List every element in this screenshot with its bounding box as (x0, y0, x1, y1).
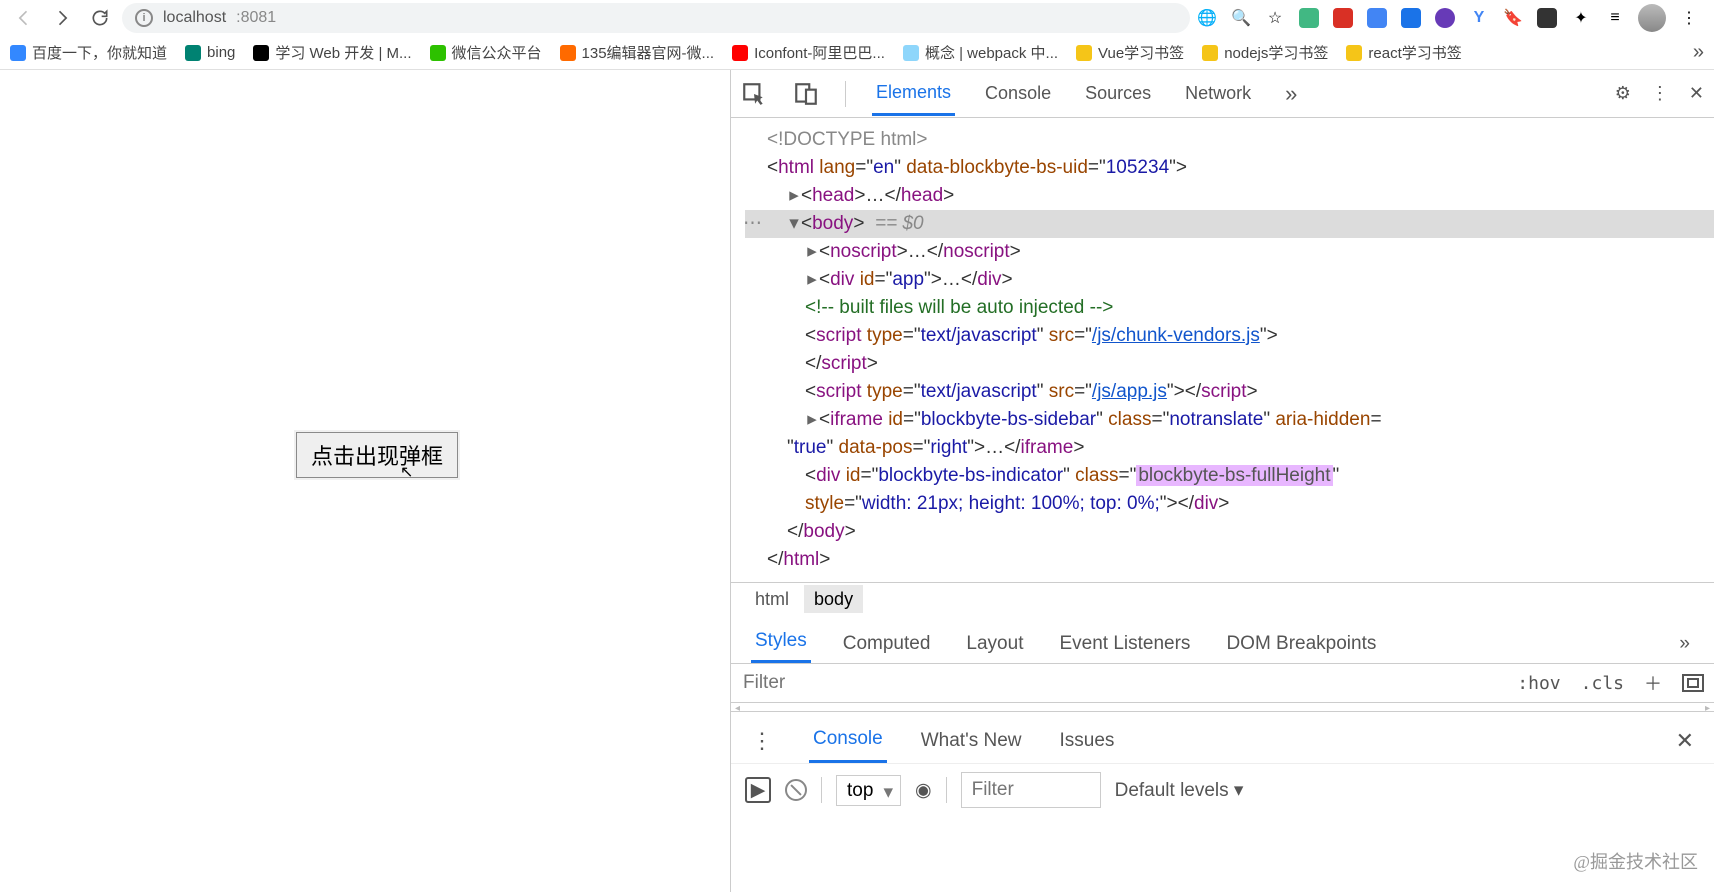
tabs-overflow-icon[interactable]: » (1281, 71, 1301, 117)
tab-styles[interactable]: Styles (751, 622, 811, 663)
bookmark-item[interactable]: 学习 Web 开发 | M... (253, 42, 411, 63)
zoom-icon[interactable]: 🔍 (1230, 7, 1252, 29)
reading-list-icon[interactable]: 🔖 (1502, 7, 1524, 29)
ext-v-icon[interactable]: Y (1468, 7, 1490, 29)
h-scroll-indicator: ◂▸ (731, 703, 1714, 711)
dom-iframe-cont: "true" data-pos="right">…</iframe> (745, 434, 1714, 462)
dom-body-close: </body> (745, 518, 1714, 546)
devtools-tabs: Elements Console Sources Network » ⚙ ⋮ ✕ (731, 70, 1714, 118)
drawer-tabs: ⋮ Console What's New Issues ✕ (731, 711, 1714, 763)
drawer-tab-console[interactable]: Console (809, 718, 887, 763)
cls-toggle[interactable]: .cls (1571, 667, 1634, 700)
styles-tabs-overflow-icon[interactable]: » (1675, 625, 1694, 663)
ext-red-icon[interactable] (1332, 7, 1354, 29)
tab-sources[interactable]: Sources (1081, 73, 1155, 114)
dom-script1[interactable]: <script type="text/javascript" src="/js/… (745, 322, 1714, 350)
ext-circle-icon[interactable] (1434, 7, 1456, 29)
extensions-icon[interactable]: ✦ (1570, 7, 1592, 29)
bookmark-item[interactable]: Iconfont-阿里巴巴... (732, 42, 885, 63)
ext-translate-icon[interactable] (1366, 7, 1388, 29)
clear-console-icon[interactable] (785, 779, 807, 801)
drawer-close-icon[interactable]: ✕ (1676, 728, 1694, 754)
dom-indicator[interactable]: <div id="blockbyte-bs-indicator" class="… (745, 462, 1714, 490)
bookmark-item[interactable]: 概念 | webpack 中... (903, 42, 1058, 63)
open-modal-button[interactable]: 点击出现弹框 (296, 432, 458, 478)
dom-script1-close: </script> (745, 350, 1714, 378)
styles-toolbar: :hov .cls ＋ (731, 664, 1714, 703)
chrome-menu-icon[interactable]: ⋮ (1678, 7, 1700, 29)
nav-forward-button[interactable] (46, 2, 78, 34)
devtools-close-icon[interactable]: ✕ (1689, 83, 1704, 104)
nav-back-button[interactable] (8, 2, 40, 34)
live-expression-icon[interactable]: ◉ (915, 779, 932, 802)
tab-console[interactable]: Console (981, 73, 1055, 114)
dom-body-selected[interactable]: ⋯▾<body> == $0 (745, 210, 1714, 238)
bookmark-item[interactable]: Vue学习书签 (1076, 42, 1184, 63)
tab-event-listeners[interactable]: Event Listeners (1055, 625, 1194, 663)
bookmark-item[interactable]: react学习书签 (1346, 42, 1461, 63)
styles-filter-input[interactable] (731, 664, 1507, 702)
dom-doctype: <!DOCTYPE html> (745, 126, 1714, 154)
crumb-body[interactable]: body (804, 585, 863, 613)
ext-vue-icon[interactable] (1298, 7, 1320, 29)
dom-breadcrumb[interactable]: html body (731, 582, 1714, 616)
devtools-menu-icon[interactable]: ⋮ (1651, 83, 1669, 104)
drawer-tab-issues[interactable]: Issues (1055, 720, 1118, 762)
bookmark-item[interactable]: 微信公众平台 (430, 42, 542, 63)
watermark-text: @掘金技术社区 (1573, 848, 1698, 874)
bookmark-item[interactable]: bing (185, 44, 235, 61)
console-levels-dropdown[interactable]: Default levels ▾ (1115, 779, 1244, 802)
tab-network[interactable]: Network (1181, 73, 1255, 114)
profile-avatar[interactable] (1638, 4, 1666, 32)
hov-toggle[interactable]: :hov (1507, 667, 1570, 700)
devtools-panel: Elements Console Sources Network » ⚙ ⋮ ✕… (730, 70, 1714, 892)
tab-elements[interactable]: Elements (872, 72, 955, 116)
box-model-icon[interactable] (1672, 668, 1714, 698)
console-sidebar-toggle-icon[interactable]: ▶ (745, 777, 771, 803)
dom-script2[interactable]: <script type="text/javascript" src="/js/… (745, 378, 1714, 406)
dom-noscript[interactable]: ▸<noscript>…</noscript> (745, 238, 1714, 266)
dom-indicator-cont: style="width: 21px; height: 100%; top: 0… (745, 490, 1714, 518)
dom-comment: <!-- built files will be auto injected -… (745, 294, 1714, 322)
toolbar-actions: 🌐 🔍 ☆ Y 🔖 ✦ ≡ ⋮ (1196, 4, 1706, 32)
tab-dom-breakpoints[interactable]: DOM Breakpoints (1222, 625, 1380, 663)
styles-tabs: Styles Computed Layout Event Listeners D… (731, 616, 1714, 664)
inspect-element-icon[interactable] (741, 81, 767, 107)
bookmark-star-icon[interactable]: ☆ (1264, 7, 1286, 29)
dom-iframe[interactable]: ▸<iframe id="blockbyte-bs-sidebar" class… (745, 406, 1714, 434)
console-filter-input[interactable] (961, 772, 1101, 808)
crumb-html[interactable]: html (745, 585, 799, 613)
dom-html-close: </html> (745, 546, 1714, 574)
bookmarks-overflow-icon[interactable]: » (1693, 41, 1704, 64)
dom-div-app[interactable]: ▸<div id="app">…</div> (745, 266, 1714, 294)
ext-dark-icon[interactable] (1536, 7, 1558, 29)
playlist-icon[interactable]: ≡ (1604, 7, 1626, 29)
devtools-settings-icon[interactable]: ⚙ (1615, 83, 1631, 104)
new-style-rule-icon[interactable]: ＋ (1634, 664, 1672, 702)
bookmark-item[interactable]: 135编辑器官网-微... (560, 42, 715, 63)
tab-layout[interactable]: Layout (962, 625, 1027, 663)
ext-download-icon[interactable] (1400, 7, 1422, 29)
bookmark-item[interactable]: nodejs学习书签 (1202, 42, 1328, 63)
site-info-icon[interactable]: i (135, 9, 153, 27)
nav-reload-button[interactable] (84, 2, 116, 34)
device-toggle-icon[interactable] (793, 81, 819, 107)
dom-html-open[interactable]: <html lang="en" data-blockbyte-bs-uid="1… (745, 154, 1714, 182)
translate-icon[interactable]: 🌐 (1196, 7, 1218, 29)
drawer-tab-whatsnew[interactable]: What's New (917, 720, 1026, 762)
dom-head[interactable]: ▸<head>…</head> (745, 182, 1714, 210)
console-toolbar: ▶ top ▾ ◉ Default levels ▾ (731, 763, 1714, 816)
url-port: :8081 (236, 9, 276, 27)
bookmarks-bar: 百度一下，你就知道 bing 学习 Web 开发 | M... 微信公众平台 1… (0, 36, 1714, 70)
address-bar[interactable]: i localhost :8081 (122, 3, 1190, 33)
url-host: localhost (163, 9, 226, 27)
console-context-select[interactable]: top (836, 775, 901, 806)
browser-toolbar: i localhost :8081 🌐 🔍 ☆ Y 🔖 ✦ ≡ ⋮ (0, 0, 1714, 36)
webpage-viewport: 点击出现弹框 ↖ (0, 70, 730, 892)
bookmark-item[interactable]: 百度一下，你就知道 (10, 42, 167, 63)
tab-computed[interactable]: Computed (839, 625, 935, 663)
drawer-menu-icon[interactable]: ⋮ (751, 728, 773, 754)
dom-tree[interactable]: <!DOCTYPE html> <html lang="en" data-blo… (731, 118, 1714, 582)
